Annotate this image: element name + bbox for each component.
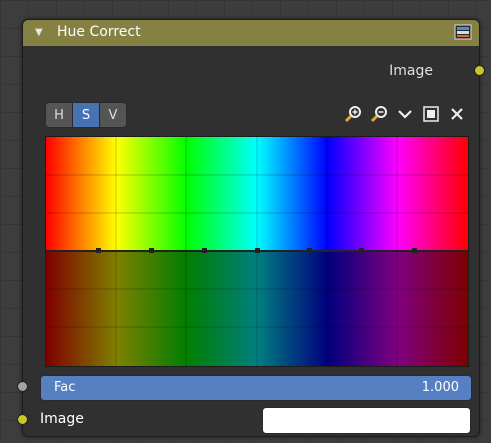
hue-correct-node[interactable]: ▼ Hue Correct Image H S V Fac 1.000 Imag… bbox=[17, 19, 485, 437]
node-header[interactable]: ▼ Hue Correct bbox=[23, 20, 479, 46]
curve-point[interactable] bbox=[96, 248, 101, 253]
image-input-socket[interactable] bbox=[17, 414, 28, 425]
input-image-label: Image bbox=[40, 411, 84, 427]
zoom-in-icon[interactable] bbox=[341, 102, 365, 126]
channel-tabs: H S V bbox=[45, 102, 127, 128]
clipping-icon[interactable] bbox=[419, 102, 443, 126]
tab-s[interactable]: S bbox=[72, 102, 100, 128]
image-color-field[interactable] bbox=[262, 407, 471, 434]
fac-value: 1.000 bbox=[421, 380, 459, 395]
close-icon[interactable] bbox=[445, 102, 469, 126]
collapse-arrow-icon[interactable]: ▼ bbox=[35, 27, 43, 38]
zoom-out-icon[interactable] bbox=[367, 102, 391, 126]
hue-curve-widget[interactable] bbox=[45, 136, 469, 367]
curve-toolbar bbox=[339, 102, 469, 126]
curve-point[interactable] bbox=[359, 248, 364, 253]
chevron-down-icon[interactable] bbox=[393, 102, 417, 126]
fac-label: Fac bbox=[54, 380, 76, 395]
tab-v[interactable]: V bbox=[99, 102, 127, 128]
curve-point[interactable] bbox=[149, 248, 154, 253]
fac-slider[interactable]: Fac 1.000 bbox=[40, 375, 472, 401]
fac-input-socket[interactable] bbox=[17, 381, 28, 392]
output-image-socket[interactable] bbox=[474, 65, 485, 76]
node-preview-toggle-icon[interactable] bbox=[453, 23, 473, 41]
curve-point[interactable] bbox=[202, 248, 207, 253]
output-image-label: Image bbox=[389, 63, 433, 79]
curve-point[interactable] bbox=[255, 248, 260, 253]
node-title: Hue Correct bbox=[57, 24, 141, 40]
curve-point[interactable] bbox=[307, 248, 312, 253]
tab-h[interactable]: H bbox=[45, 102, 73, 128]
curve-point[interactable] bbox=[412, 248, 417, 253]
